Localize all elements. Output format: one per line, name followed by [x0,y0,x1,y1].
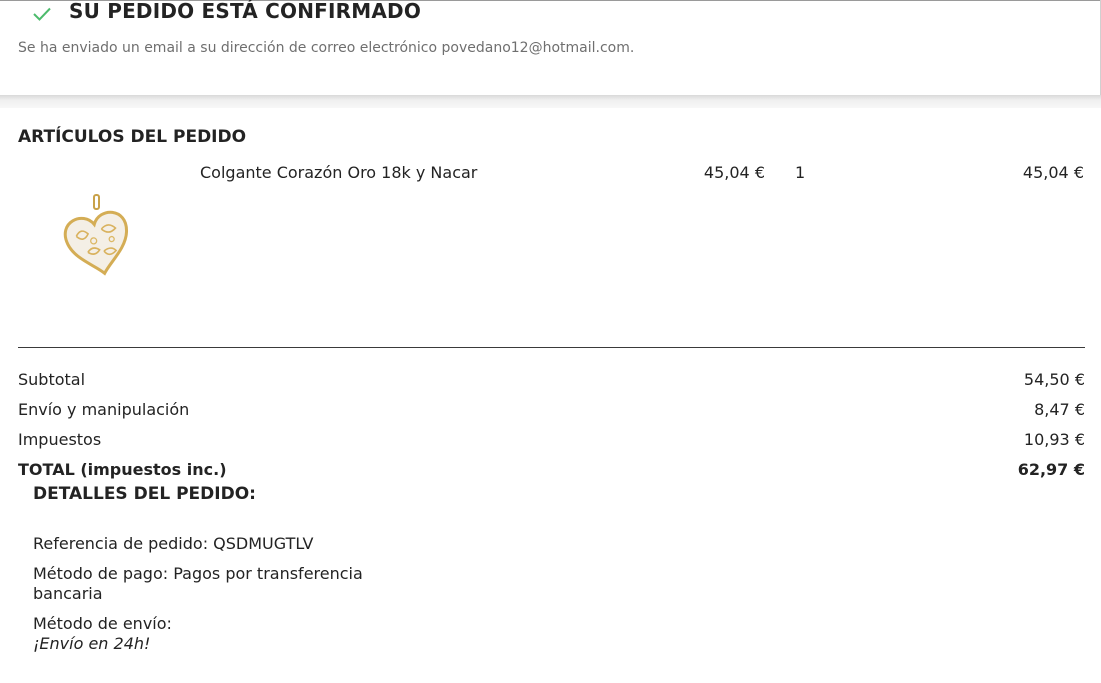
order-reference: Referencia de pedido: QSDMUGTLV [33,534,314,553]
shipping-label: Envío y manipulación [18,400,190,419]
shipping-method-value: ¡Envío en 24h! [33,634,151,653]
product-unit-price: 45,04 € [703,163,765,182]
order-details-title: DETALLES DEL PEDIDO: [33,484,256,504]
taxes-row: Impuestos 10,93 € [18,430,1085,452]
product-quantity: 1 [795,163,806,182]
order-items-title: ARTÍCULOS DEL PEDIDO [18,127,247,147]
shipping-method: Método de envío: ¡Envío en 24h! [33,614,172,654]
grand-total-label: TOTAL (impuestos inc.) [18,460,227,479]
subtotal-row: Subtotal 54,50 € [18,370,1085,392]
shipping-value: 8,47 € [1034,400,1085,419]
grand-total-value: 62,97 € [1017,460,1085,479]
product-name[interactable]: Colgante Corazón Oro 18k y Nacar [200,163,477,182]
product-image[interactable] [60,192,136,276]
taxes-label: Impuestos [18,430,102,449]
confirmation-card: SU PEDIDO ESTÁ CONFIRMADO Se ha enviado … [0,0,1101,95]
order-confirmation-page: SU PEDIDO ESTÁ CONFIRMADO Se ha enviado … [0,0,1101,683]
shipping-row: Envío y manipulación 8,47 € [18,400,1085,422]
items-divider [18,347,1085,348]
confirmation-title: SU PEDIDO ESTÁ CONFIRMADO [69,0,422,23]
grand-total-row: TOTAL (impuestos inc.) 62,97 € [18,460,1085,482]
check-icon [33,7,51,21]
shipping-method-label: Método de envío: [33,614,172,633]
subtotal-label: Subtotal [18,370,86,389]
payment-method: Método de pago: Pagos por transferencia … [33,564,363,603]
subtotal-value: 54,50 € [1023,370,1085,389]
confirmation-message: Se ha enviado un email a su dirección de… [18,40,635,56]
product-line-total: 45,04 € [1022,163,1084,182]
section-separator [0,95,1101,108]
taxes-value: 10,93 € [1023,430,1085,449]
